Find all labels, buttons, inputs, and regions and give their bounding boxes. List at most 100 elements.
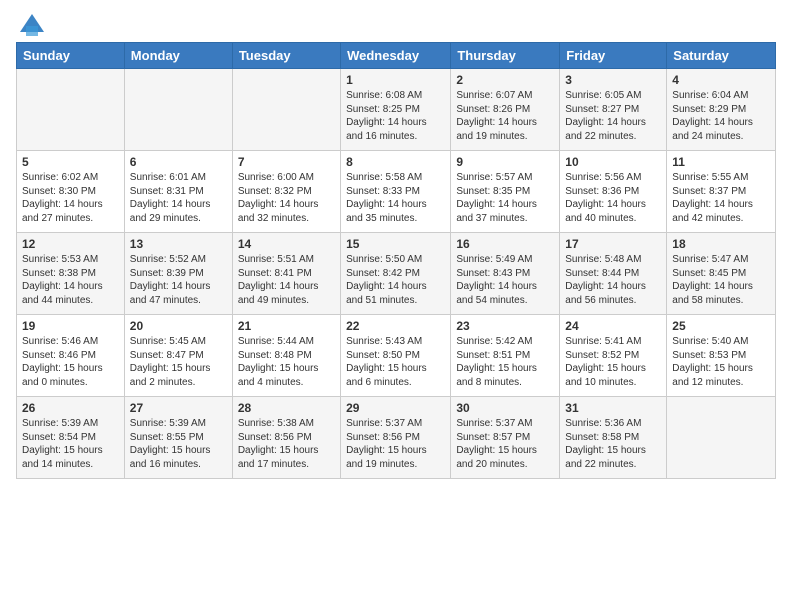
day-number: 3: [565, 73, 661, 87]
day-info: Sunrise: 5:56 AM Sunset: 8:36 PM Dayligh…: [565, 171, 661, 225]
calendar: SundayMondayTuesdayWednesdayThursdayFrid…: [16, 42, 776, 479]
day-number: 29: [346, 401, 445, 415]
day-number: 17: [565, 237, 661, 251]
day-number: 24: [565, 319, 661, 333]
day-info: Sunrise: 5:44 AM Sunset: 8:48 PM Dayligh…: [238, 335, 335, 389]
day-info: Sunrise: 5:41 AM Sunset: 8:52 PM Dayligh…: [565, 335, 661, 389]
day-info: Sunrise: 5:43 AM Sunset: 8:50 PM Dayligh…: [346, 335, 445, 389]
page: SundayMondayTuesdayWednesdayThursdayFrid…: [0, 0, 792, 489]
day-cell-19: 19 Sunrise: 5:46 AM Sunset: 8:46 PM Dayli…: [17, 315, 125, 397]
day-info: Sunrise: 6:01 AM Sunset: 8:31 PM Dayligh…: [130, 171, 227, 225]
day-info: Sunrise: 6:00 AM Sunset: 8:32 PM Dayligh…: [238, 171, 335, 225]
header-row: SundayMondayTuesdayWednesdayThursdayFrid…: [17, 43, 776, 69]
day-number: 10: [565, 155, 661, 169]
day-info: Sunrise: 6:02 AM Sunset: 8:30 PM Dayligh…: [22, 171, 119, 225]
day-info: Sunrise: 5:46 AM Sunset: 8:46 PM Dayligh…: [22, 335, 119, 389]
day-number: 9: [456, 155, 554, 169]
day-cell-6: 6 Sunrise: 6:01 AM Sunset: 8:31 PM Daylig…: [124, 151, 232, 233]
day-number: 22: [346, 319, 445, 333]
header-day-saturday: Saturday: [667, 43, 776, 69]
logo: [16, 10, 46, 34]
logo-icon: [18, 10, 46, 38]
day-cell-29: 29 Sunrise: 5:37 AM Sunset: 8:56 PM Dayli…: [341, 397, 451, 479]
week-row-1: 5 Sunrise: 6:02 AM Sunset: 8:30 PM Daylig…: [17, 151, 776, 233]
header-day-monday: Monday: [124, 43, 232, 69]
day-info: Sunrise: 6:08 AM Sunset: 8:25 PM Dayligh…: [346, 89, 445, 143]
day-number: 11: [672, 155, 770, 169]
day-cell-11: 11Sunrise: 5:55 AM Sunset: 8:37 PM Dayli…: [667, 151, 776, 233]
day-info: Sunrise: 5:50 AM Sunset: 8:42 PM Dayligh…: [346, 253, 445, 307]
week-row-0: 1 Sunrise: 6:08 AM Sunset: 8:25 PM Daylig…: [17, 69, 776, 151]
day-cell-16: 16 Sunrise: 5:49 AM Sunset: 8:43 PM Dayli…: [451, 233, 560, 315]
day-cell-1: 1 Sunrise: 6:08 AM Sunset: 8:25 PM Daylig…: [341, 69, 451, 151]
day-number: 19: [22, 319, 119, 333]
day-cell-25: 25 Sunrise: 5:40 AM Sunset: 8:53 PM Dayli…: [667, 315, 776, 397]
day-info: Sunrise: 5:45 AM Sunset: 8:47 PM Dayligh…: [130, 335, 227, 389]
day-info: Sunrise: 6:04 AM Sunset: 8:29 PM Dayligh…: [672, 89, 770, 143]
day-info: Sunrise: 5:42 AM Sunset: 8:51 PM Dayligh…: [456, 335, 554, 389]
day-cell-17: 17 Sunrise: 5:48 AM Sunset: 8:44 PM Dayli…: [560, 233, 667, 315]
header-day-friday: Friday: [560, 43, 667, 69]
day-number: 30: [456, 401, 554, 415]
week-row-4: 26 Sunrise: 5:39 AM Sunset: 8:54 PM Dayli…: [17, 397, 776, 479]
empty-cell: [17, 69, 125, 151]
day-cell-13: 13 Sunrise: 5:52 AM Sunset: 8:39 PM Dayli…: [124, 233, 232, 315]
day-info: Sunrise: 5:39 AM Sunset: 8:55 PM Dayligh…: [130, 417, 227, 471]
day-number: 28: [238, 401, 335, 415]
day-cell-30: 30 Sunrise: 5:37 AM Sunset: 8:57 PM Dayli…: [451, 397, 560, 479]
day-cell-8: 8Sunrise: 5:58 AM Sunset: 8:33 PM Daylig…: [341, 151, 451, 233]
day-cell-20: 20 Sunrise: 5:45 AM Sunset: 8:47 PM Dayli…: [124, 315, 232, 397]
day-number: 31: [565, 401, 661, 415]
day-info: Sunrise: 5:40 AM Sunset: 8:53 PM Dayligh…: [672, 335, 770, 389]
day-number: 5: [22, 155, 119, 169]
empty-cell: [667, 397, 776, 479]
day-cell-28: 28Sunrise: 5:38 AM Sunset: 8:56 PM Dayli…: [232, 397, 340, 479]
day-info: Sunrise: 5:39 AM Sunset: 8:54 PM Dayligh…: [22, 417, 119, 471]
header: [16, 10, 776, 34]
day-number: 16: [456, 237, 554, 251]
day-info: Sunrise: 5:37 AM Sunset: 8:56 PM Dayligh…: [346, 417, 445, 471]
day-number: 13: [130, 237, 227, 251]
day-number: 12: [22, 237, 119, 251]
header-day-tuesday: Tuesday: [232, 43, 340, 69]
day-number: 20: [130, 319, 227, 333]
day-cell-23: 23Sunrise: 5:42 AM Sunset: 8:51 PM Dayli…: [451, 315, 560, 397]
empty-cell: [124, 69, 232, 151]
day-number: 26: [22, 401, 119, 415]
day-number: 25: [672, 319, 770, 333]
day-cell-10: 10 Sunrise: 5:56 AM Sunset: 8:36 PM Dayli…: [560, 151, 667, 233]
day-info: Sunrise: 5:36 AM Sunset: 8:58 PM Dayligh…: [565, 417, 661, 471]
day-cell-27: 27 Sunrise: 5:39 AM Sunset: 8:55 PM Dayli…: [124, 397, 232, 479]
day-info: Sunrise: 6:07 AM Sunset: 8:26 PM Dayligh…: [456, 89, 554, 143]
day-info: Sunrise: 5:52 AM Sunset: 8:39 PM Dayligh…: [130, 253, 227, 307]
day-number: 2: [456, 73, 554, 87]
day-info: Sunrise: 5:51 AM Sunset: 8:41 PM Dayligh…: [238, 253, 335, 307]
day-cell-2: 2 Sunrise: 6:07 AM Sunset: 8:26 PM Daylig…: [451, 69, 560, 151]
day-number: 1: [346, 73, 445, 87]
day-cell-4: 4 Sunrise: 6:04 AM Sunset: 8:29 PM Daylig…: [667, 69, 776, 151]
day-cell-26: 26 Sunrise: 5:39 AM Sunset: 8:54 PM Dayli…: [17, 397, 125, 479]
day-number: 21: [238, 319, 335, 333]
day-cell-15: 15Sunrise: 5:50 AM Sunset: 8:42 PM Dayli…: [341, 233, 451, 315]
day-number: 8: [346, 155, 445, 169]
week-row-3: 19 Sunrise: 5:46 AM Sunset: 8:46 PM Dayli…: [17, 315, 776, 397]
day-info: Sunrise: 5:57 AM Sunset: 8:35 PM Dayligh…: [456, 171, 554, 225]
day-number: 27: [130, 401, 227, 415]
header-day-wednesday: Wednesday: [341, 43, 451, 69]
week-row-2: 12 Sunrise: 5:53 AM Sunset: 8:38 PM Dayli…: [17, 233, 776, 315]
day-cell-3: 3Sunrise: 6:05 AM Sunset: 8:27 PM Daylig…: [560, 69, 667, 151]
day-cell-21: 21 Sunrise: 5:44 AM Sunset: 8:48 PM Dayli…: [232, 315, 340, 397]
day-info: Sunrise: 5:47 AM Sunset: 8:45 PM Dayligh…: [672, 253, 770, 307]
day-info: Sunrise: 5:48 AM Sunset: 8:44 PM Dayligh…: [565, 253, 661, 307]
day-info: Sunrise: 5:37 AM Sunset: 8:57 PM Dayligh…: [456, 417, 554, 471]
day-cell-22: 22 Sunrise: 5:43 AM Sunset: 8:50 PM Dayli…: [341, 315, 451, 397]
day-cell-7: 7Sunrise: 6:00 AM Sunset: 8:32 PM Daylig…: [232, 151, 340, 233]
day-cell-31: 31 Sunrise: 5:36 AM Sunset: 8:58 PM Dayli…: [560, 397, 667, 479]
day-number: 6: [130, 155, 227, 169]
day-cell-18: 18Sunrise: 5:47 AM Sunset: 8:45 PM Dayli…: [667, 233, 776, 315]
day-info: Sunrise: 5:53 AM Sunset: 8:38 PM Dayligh…: [22, 253, 119, 307]
header-day-sunday: Sunday: [17, 43, 125, 69]
header-day-thursday: Thursday: [451, 43, 560, 69]
day-info: Sunrise: 5:49 AM Sunset: 8:43 PM Dayligh…: [456, 253, 554, 307]
day-number: 4: [672, 73, 770, 87]
